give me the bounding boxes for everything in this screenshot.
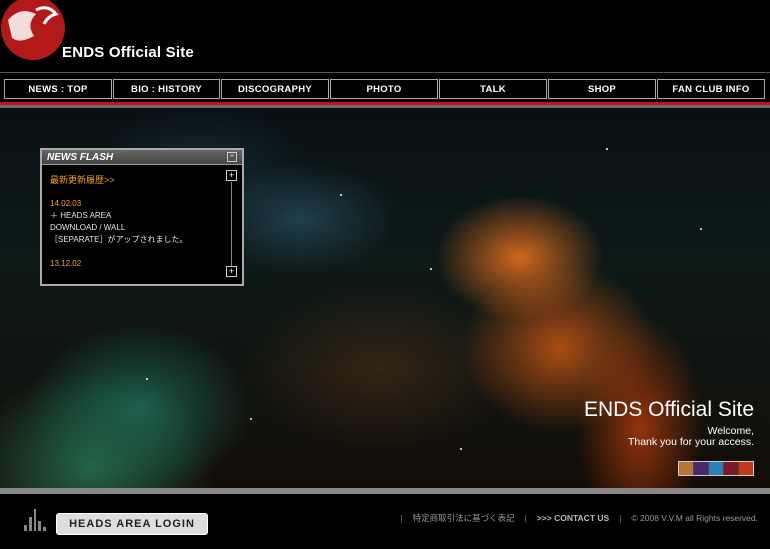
news-item-text[interactable]: ＋ HEADS AREA [50,210,220,222]
ends-logo[interactable] [0,0,66,62]
separator: | [619,513,622,523]
star [250,418,252,420]
star [606,148,608,150]
scroll-down-icon[interactable]: + [226,266,237,277]
star [146,378,148,380]
contact-us-link[interactable]: >>> CONTACT US [537,513,609,523]
thumbnail-2[interactable] [694,462,709,475]
news-flash-window: NEWS FLASH × 最新更新履歴>> 14.02.03 ＋ HEADS A… [40,148,244,286]
nav-news-top[interactable]: NEWS : TOP [4,79,112,99]
news-item-text[interactable]: DOWNLOAD / WALL [50,222,220,234]
copyright-text: © 2008 V.V.M all Rights reserved. [631,513,758,523]
news-scrollbar[interactable]: + + [226,170,237,278]
star [460,448,462,450]
thumbnail-5[interactable] [739,462,753,475]
wallpaper-thumbnails [678,461,754,476]
equalizer-icon [24,509,46,531]
main-nav: NEWS : TOP BIO : HISTORY DISCOGRAPHY PHO… [0,72,770,105]
news-flash-title: NEWS FLASH [47,151,114,163]
scroll-track[interactable] [231,182,232,266]
separator: | [400,513,403,523]
nav-shop[interactable]: SHOP [548,79,656,99]
star [430,268,432,270]
star [700,228,702,230]
thumbnail-3[interactable] [709,462,724,475]
header: ENDS Official Site [0,0,770,72]
nav-fan-club-info[interactable]: FAN CLUB INFO [657,79,765,99]
news-flash-content: 最新更新履歴>> 14.02.03 ＋ HEADS AREA DOWNLOAD … [50,174,220,270]
heads-area-login-button[interactable]: HEADS AREA LOGIN [56,513,208,535]
news-date: 13.12.02 [50,259,82,268]
nav-bio-history[interactable]: BIO : HISTORY [113,79,220,99]
hero-title: ENDS Official Site [584,398,754,421]
nav-talk[interactable]: TALK [439,79,547,99]
nav-photo[interactable]: PHOTO [330,79,438,99]
close-icon[interactable]: × [227,152,237,162]
news-date: 14.02.03 [50,199,82,208]
scroll-up-icon[interactable]: + [226,170,237,181]
update-history-link[interactable]: 最新更新履歴>> [50,174,220,186]
news-flash-titlebar: NEWS FLASH × [42,150,242,165]
news-item-text: ［SEPARATE］がアップされました。 [50,235,188,244]
footer-links: | 特定商取引法に基づく表記 | >>> CONTACT US | © 2008… [400,512,758,524]
star [340,194,342,196]
commercial-law-link[interactable]: 特定商取引法に基づく表記 [413,512,515,524]
hero-thanks: Thank you for your access. [627,436,754,448]
thumbnail-1[interactable] [679,462,694,475]
thumbnail-4[interactable] [724,462,739,475]
separator: | [524,513,527,523]
site-title: ENDS Official Site [62,44,194,61]
nav-discography[interactable]: DISCOGRAPHY [221,79,329,99]
